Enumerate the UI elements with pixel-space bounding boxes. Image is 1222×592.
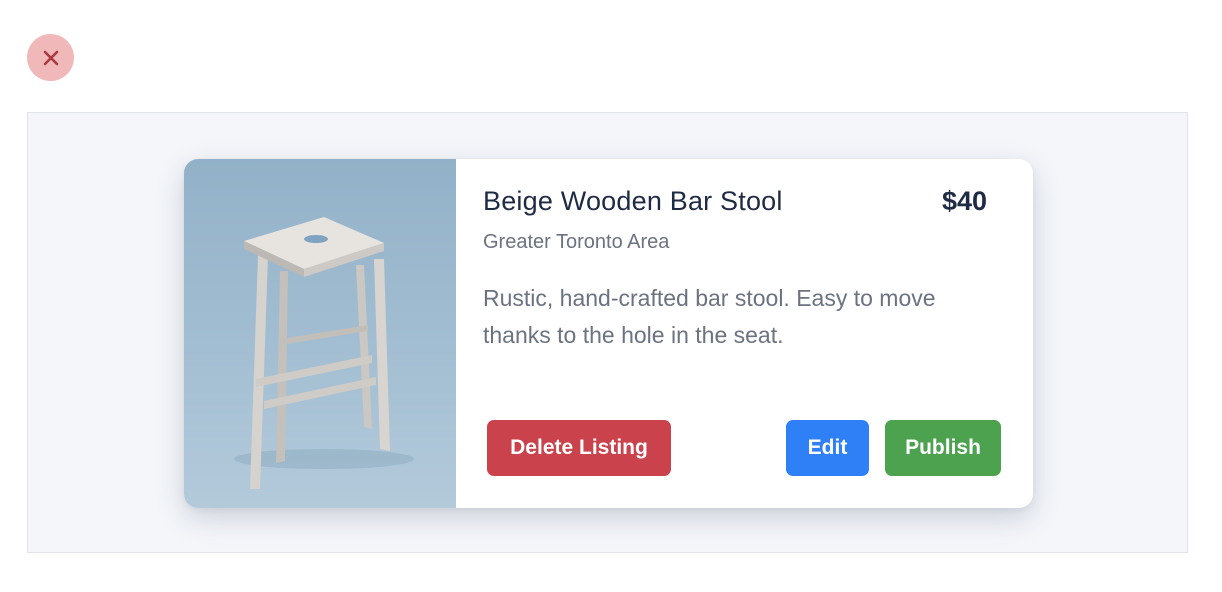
listing-price: $40: [941, 186, 987, 216]
listing-image: [184, 159, 456, 508]
close-button[interactable]: [27, 34, 74, 81]
listing-location: Greater Toronto Area: [483, 231, 670, 253]
preview-area: Beige Wooden Bar Stool $40 Greater Toron…: [27, 112, 1188, 553]
close-icon: [43, 50, 58, 65]
listing-title: Beige Wooden Bar Stool: [483, 186, 783, 216]
listing-card: Beige Wooden Bar Stool $40 Greater Toron…: [184, 159, 1033, 508]
delete-listing-button[interactable]: Delete Listing: [487, 420, 671, 476]
publish-button[interactable]: Publish: [885, 420, 1001, 476]
edit-button[interactable]: Edit: [786, 420, 869, 476]
listing-description: Rustic, hand-crafted bar stool. Easy to …: [483, 285, 936, 348]
bar-stool-image: [234, 217, 414, 489]
